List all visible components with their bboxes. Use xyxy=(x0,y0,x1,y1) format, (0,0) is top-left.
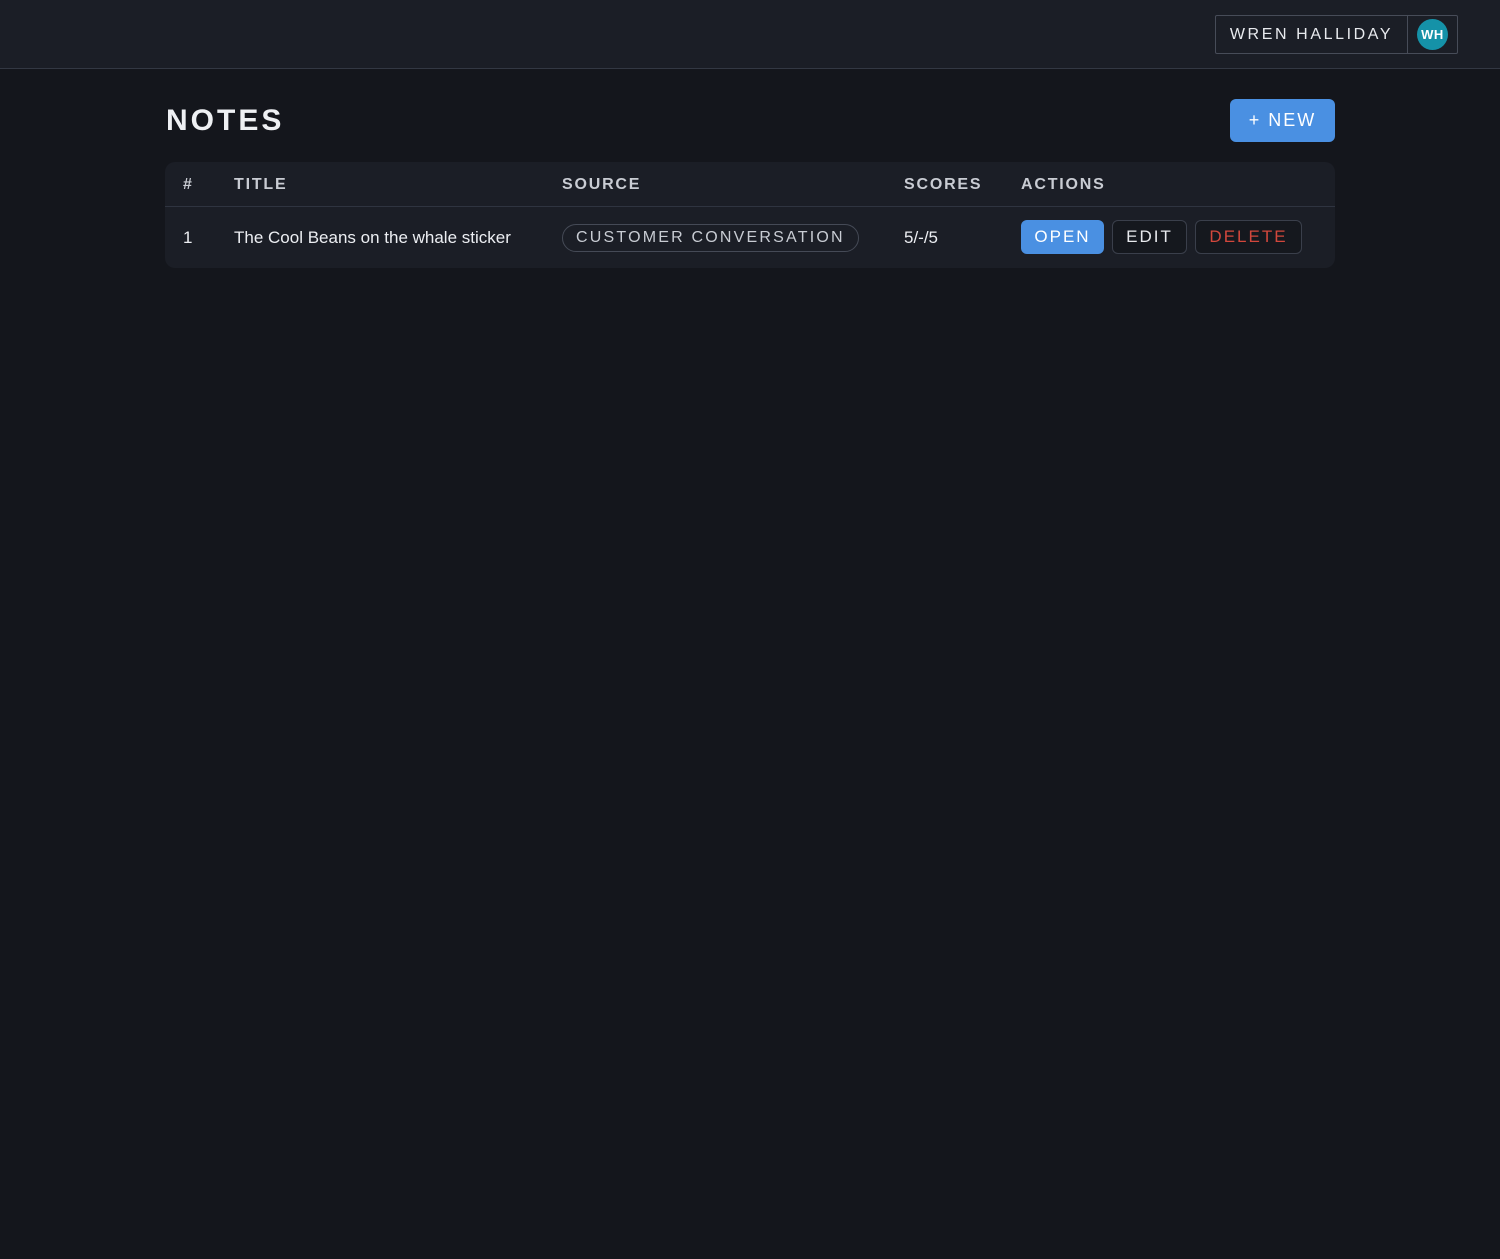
scores-value: 5/-/5 xyxy=(904,227,939,247)
page-title: NOTES xyxy=(166,104,285,137)
avatar-container[interactable]: WH xyxy=(1408,16,1457,53)
table-row: 1 The Cool Beans on the whale sticker CU… xyxy=(165,207,1335,268)
user-name[interactable]: WREN HALLIDAY xyxy=(1216,16,1408,53)
user-menu[interactable]: WREN HALLIDAY WH xyxy=(1215,15,1458,54)
column-header-scores: SCORES xyxy=(904,175,983,193)
new-note-button[interactable]: + NEW xyxy=(1230,99,1335,142)
edit-button[interactable]: EDIT xyxy=(1112,220,1187,254)
row-number: 1 xyxy=(183,227,193,247)
column-header-title: TITLE xyxy=(234,175,288,193)
avatar[interactable]: WH xyxy=(1417,19,1448,50)
note-title: The Cool Beans on the whale sticker xyxy=(234,227,511,247)
column-header-source: SOURCE xyxy=(562,175,642,193)
column-header-number: # xyxy=(183,175,194,193)
notes-table: # TITLE SOURCE SCORES ACTIONS 1 The Cool… xyxy=(165,162,1335,268)
column-header-actions: ACTIONS xyxy=(1021,175,1106,193)
source-badge: CUSTOMER CONVERSATION xyxy=(562,223,859,252)
top-bar: WREN HALLIDAY WH xyxy=(0,0,1500,69)
open-button[interactable]: OPEN xyxy=(1021,220,1104,254)
table-header: # TITLE SOURCE SCORES ACTIONS xyxy=(165,162,1335,207)
source-cell: CUSTOMER CONVERSATION xyxy=(562,207,859,268)
delete-button[interactable]: DELETE xyxy=(1195,220,1302,254)
